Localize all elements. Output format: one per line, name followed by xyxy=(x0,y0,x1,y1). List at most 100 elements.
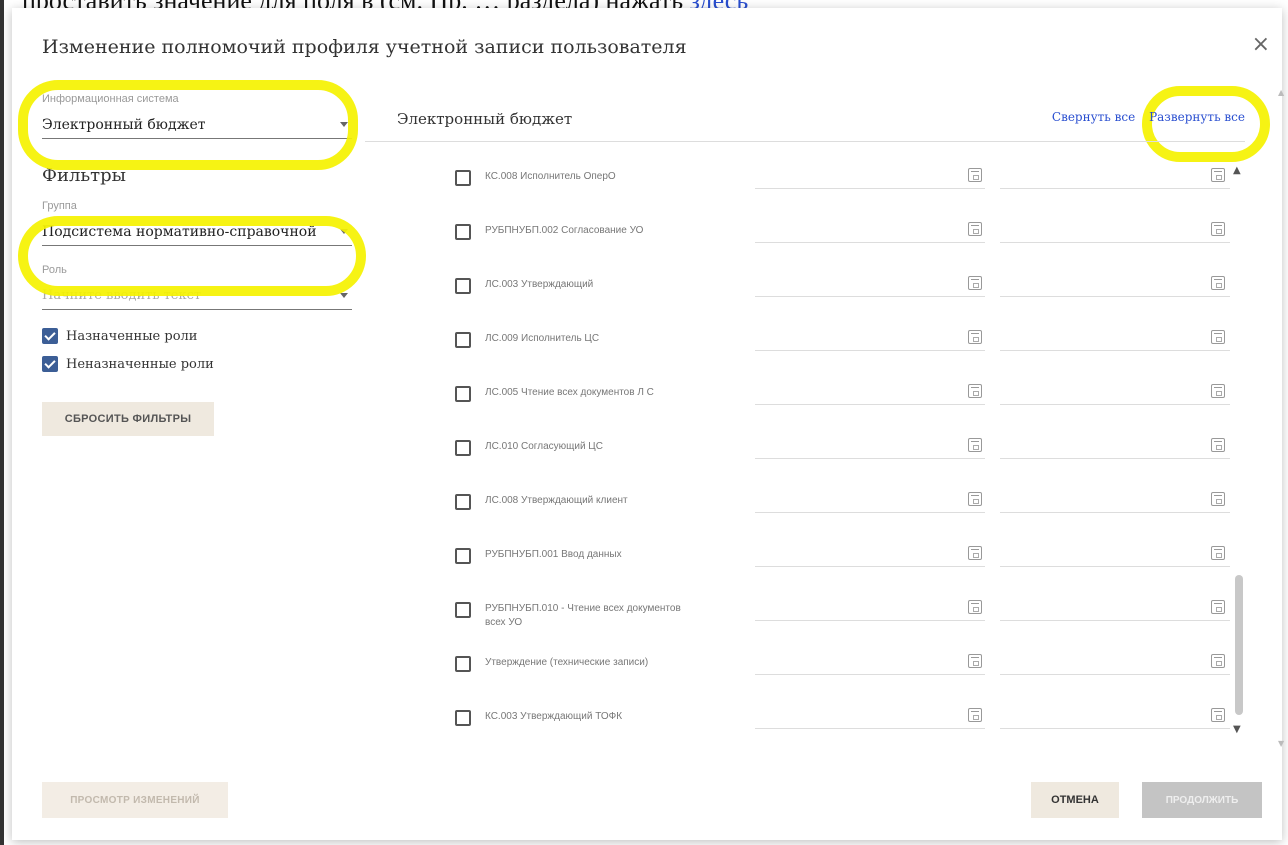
role-checkbox[interactable] xyxy=(455,656,471,672)
start-date-field[interactable] xyxy=(755,242,985,243)
calendar-icon[interactable] xyxy=(1211,708,1225,722)
start-date-field[interactable] xyxy=(755,188,985,189)
role-input[interactable]: Начните вводить текст xyxy=(42,282,352,310)
checkbox-checked-icon[interactable] xyxy=(42,356,58,372)
list-item: ЛС.009 Исполнитель ЦС xyxy=(455,314,1230,368)
list-item: ЛС.003 Утверждающий xyxy=(455,260,1230,314)
role-checkbox[interactable] xyxy=(455,386,471,402)
start-date-field[interactable] xyxy=(755,728,985,729)
start-date-field[interactable] xyxy=(755,512,985,513)
calendar-icon[interactable] xyxy=(968,438,982,452)
filters-panel: Информационная система Электронный бюдже… xyxy=(42,93,352,436)
calendar-icon[interactable] xyxy=(968,600,982,614)
calendar-icon[interactable] xyxy=(968,384,982,398)
calendar-icon[interactable] xyxy=(1211,276,1225,290)
roles-scrollbar[interactable]: ▲ ▼ xyxy=(1233,165,1245,735)
end-date-field[interactable] xyxy=(1000,620,1230,621)
role-placeholder: Начните вводить текст xyxy=(42,288,202,303)
expand-all-link[interactable]: Развернуть все xyxy=(1149,110,1245,124)
chevron-down-icon xyxy=(340,293,348,298)
assigned-roles-label: Назначенные роли xyxy=(66,328,198,344)
role-checkbox[interactable] xyxy=(455,440,471,456)
role-name: РУБПНУБП.010 - Чтение всех документов вс… xyxy=(485,603,681,628)
calendar-icon[interactable] xyxy=(968,168,982,182)
role-name: ЛС.010 Согласующий ЦС xyxy=(485,441,603,452)
role-checkbox[interactable] xyxy=(455,602,471,618)
calendar-icon[interactable] xyxy=(968,708,982,722)
end-date-field[interactable] xyxy=(1000,404,1230,405)
end-date-field[interactable] xyxy=(1000,188,1230,189)
group-value: Подсистема нормативно-справочной xyxy=(42,224,317,240)
role-name: ЛС.008 Утверждающий клиент xyxy=(485,495,628,506)
cancel-button[interactable]: ОТМЕНА xyxy=(1031,782,1119,818)
scroll-down-icon[interactable]: ▼ xyxy=(1278,739,1284,748)
list-item: ЛС.008 Утверждающий клиент xyxy=(455,476,1230,530)
end-date-field[interactable] xyxy=(1000,242,1230,243)
calendar-icon[interactable] xyxy=(1211,546,1225,560)
end-date-field[interactable] xyxy=(1000,728,1230,729)
group-label: Группа xyxy=(42,200,77,212)
dialog-scrollbar[interactable]: ▲ ▼ xyxy=(1278,88,1286,748)
reset-filters-button[interactable]: СБРОСИТЬ ФИЛЬТРЫ xyxy=(42,402,214,436)
scroll-up-icon[interactable]: ▲ xyxy=(1233,165,1241,176)
list-item: ЛС.010 Согласующий ЦС xyxy=(455,422,1230,476)
role-checkbox[interactable] xyxy=(455,710,471,726)
continue-button[interactable]: ПРОДОЛЖИТЬ xyxy=(1142,782,1262,818)
calendar-icon[interactable] xyxy=(968,654,982,668)
role-name: ЛС.009 Исполнитель ЦС xyxy=(485,333,600,344)
start-date-field[interactable] xyxy=(755,566,985,567)
role-checkbox[interactable] xyxy=(455,170,471,186)
calendar-icon[interactable] xyxy=(1211,492,1225,506)
end-date-field[interactable] xyxy=(1000,296,1230,297)
role-checkbox[interactable] xyxy=(455,224,471,240)
end-date-field[interactable] xyxy=(1000,566,1230,567)
start-date-field[interactable] xyxy=(755,674,985,675)
list-item: РУБПНУБП.010 - Чтение всех документов вс… xyxy=(455,584,1230,638)
unassigned-roles-checkbox-row[interactable]: Неназначенные роли xyxy=(42,356,352,372)
end-date-field[interactable] xyxy=(1000,674,1230,675)
start-date-field[interactable] xyxy=(755,620,985,621)
calendar-icon[interactable] xyxy=(968,330,982,344)
start-date-field[interactable] xyxy=(755,296,985,297)
calendar-icon[interactable] xyxy=(1211,330,1225,344)
collapse-all-link[interactable]: Свернуть все xyxy=(1052,110,1135,124)
list-item: Утверждение (технические записи) xyxy=(455,638,1230,692)
calendar-icon[interactable] xyxy=(968,222,982,236)
end-date-field[interactable] xyxy=(1000,350,1230,351)
calendar-icon[interactable] xyxy=(1211,654,1225,668)
start-date-field[interactable] xyxy=(755,350,985,351)
calendar-icon[interactable] xyxy=(1211,222,1225,236)
calendar-icon[interactable] xyxy=(968,492,982,506)
role-name: КС.008 Исполнитель ОперО xyxy=(485,171,616,182)
close-icon[interactable]: × xyxy=(1252,32,1270,57)
dialog-title: Изменение полномочий профиля учетной зап… xyxy=(42,36,687,58)
end-date-field[interactable] xyxy=(1000,458,1230,459)
group-select[interactable]: Подсистема нормативно-справочной xyxy=(42,218,352,246)
start-date-field[interactable] xyxy=(755,404,985,405)
scrollbar-thumb[interactable] xyxy=(1235,575,1243,715)
scroll-down-icon[interactable]: ▼ xyxy=(1233,724,1241,735)
role-name: РУБПНУБП.002 Согласование УО xyxy=(485,225,644,236)
header-links: Свернуть все Развернуть все xyxy=(1042,110,1245,124)
calendar-icon[interactable] xyxy=(1211,600,1225,614)
start-date-field[interactable] xyxy=(755,458,985,459)
checkbox-checked-icon[interactable] xyxy=(42,328,58,344)
info-system-value: Электронный бюджет xyxy=(42,117,206,133)
role-name: ЛС.003 Утверждающий xyxy=(485,279,594,290)
role-checkbox[interactable] xyxy=(455,332,471,348)
view-changes-button[interactable]: ПРОСМОТР ИЗМЕНЕНИЙ xyxy=(42,782,228,818)
role-name: КС.003 Утверждающий ТОФК xyxy=(485,711,623,722)
calendar-icon[interactable] xyxy=(1211,384,1225,398)
role-checkbox[interactable] xyxy=(455,278,471,294)
calendar-icon[interactable] xyxy=(1211,168,1225,182)
scroll-up-icon[interactable]: ▲ xyxy=(1278,88,1284,97)
info-system-select[interactable]: Электронный бюджет xyxy=(42,111,352,139)
calendar-icon[interactable] xyxy=(1211,438,1225,452)
calendar-icon[interactable] xyxy=(968,546,982,560)
role-checkbox[interactable] xyxy=(455,548,471,564)
calendar-icon[interactable] xyxy=(968,276,982,290)
end-date-field[interactable] xyxy=(1000,512,1230,513)
role-checkbox[interactable] xyxy=(455,494,471,510)
assigned-roles-checkbox-row[interactable]: Назначенные роли xyxy=(42,328,352,344)
list-item: ЛС.005 Чтение всех документов Л С xyxy=(455,368,1230,422)
